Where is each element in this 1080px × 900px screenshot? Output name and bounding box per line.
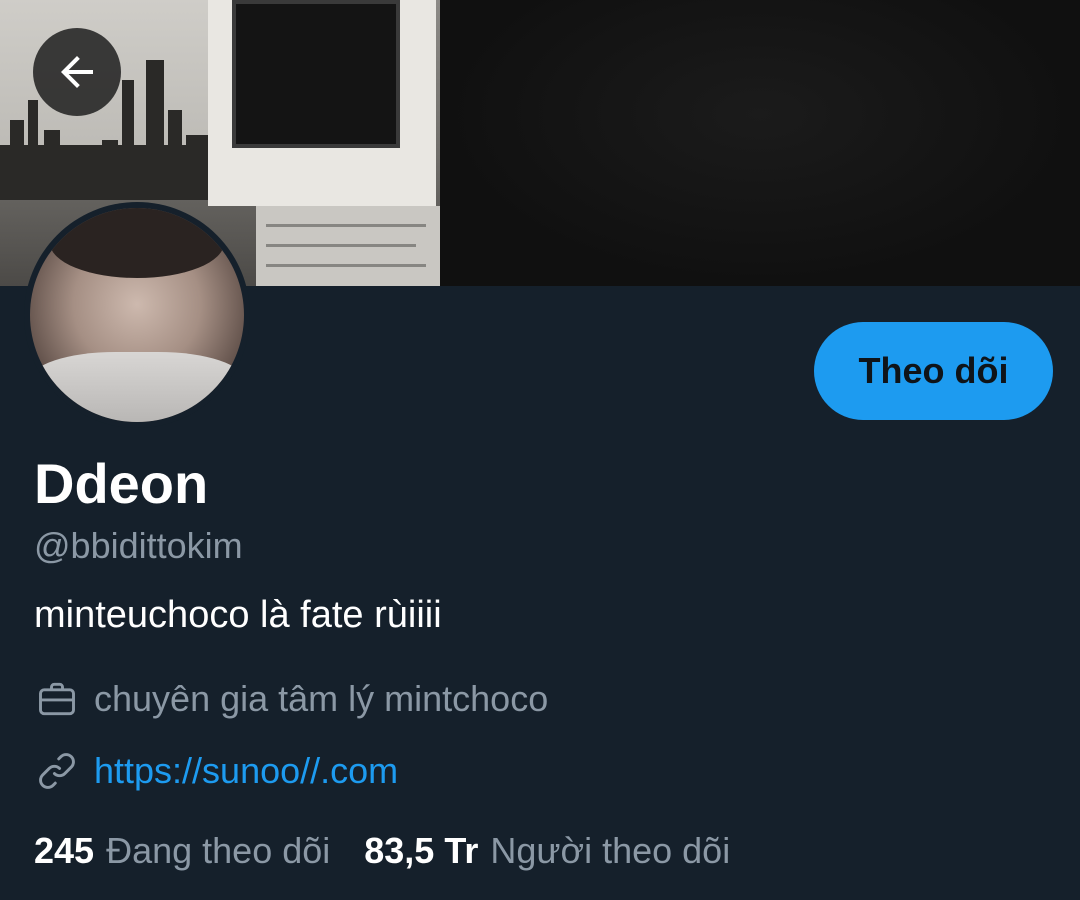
- followers-label: Người theo dõi: [490, 830, 731, 871]
- following-count: 245: [34, 830, 95, 871]
- followers-count: 83,5 Tr: [364, 830, 479, 871]
- arrow-left-icon: [61, 56, 93, 88]
- banner-caption-card: [256, 206, 440, 286]
- banner-dark-area: [440, 0, 1080, 286]
- following-label: Đang theo dõi: [106, 830, 331, 871]
- website-row[interactable]: https://sunoo//.com: [34, 748, 398, 794]
- link-icon: [34, 748, 80, 794]
- profession-row: chuyên gia tâm lý mintchoco: [34, 676, 548, 722]
- followers-stat[interactable]: 83,5 Tr Người theo dõi: [364, 828, 730, 874]
- website-link[interactable]: https://sunoo//.com: [94, 748, 398, 794]
- display-name: Ddeon: [34, 452, 209, 515]
- profession-text: chuyên gia tâm lý mintchoco: [94, 678, 549, 719]
- bio-text: minteuchoco là fate rùiiii: [34, 594, 442, 636]
- follow-button[interactable]: Theo dõi: [814, 322, 1053, 420]
- following-stat[interactable]: 245 Đang theo dõi: [34, 828, 330, 874]
- banner-frame-center: [232, 0, 400, 148]
- avatar-photo: [30, 208, 244, 422]
- back-button[interactable]: [33, 28, 121, 116]
- follow-stats: 245 Đang theo dõi 83,5 Tr Người theo dõi: [34, 828, 730, 874]
- user-handle: @bbidittokim: [34, 525, 243, 566]
- profile-page: Theo dõi Ddeon @bbidittokim minteuchoco …: [0, 0, 1080, 900]
- briefcase-icon: [34, 676, 80, 722]
- avatar[interactable]: [24, 202, 250, 428]
